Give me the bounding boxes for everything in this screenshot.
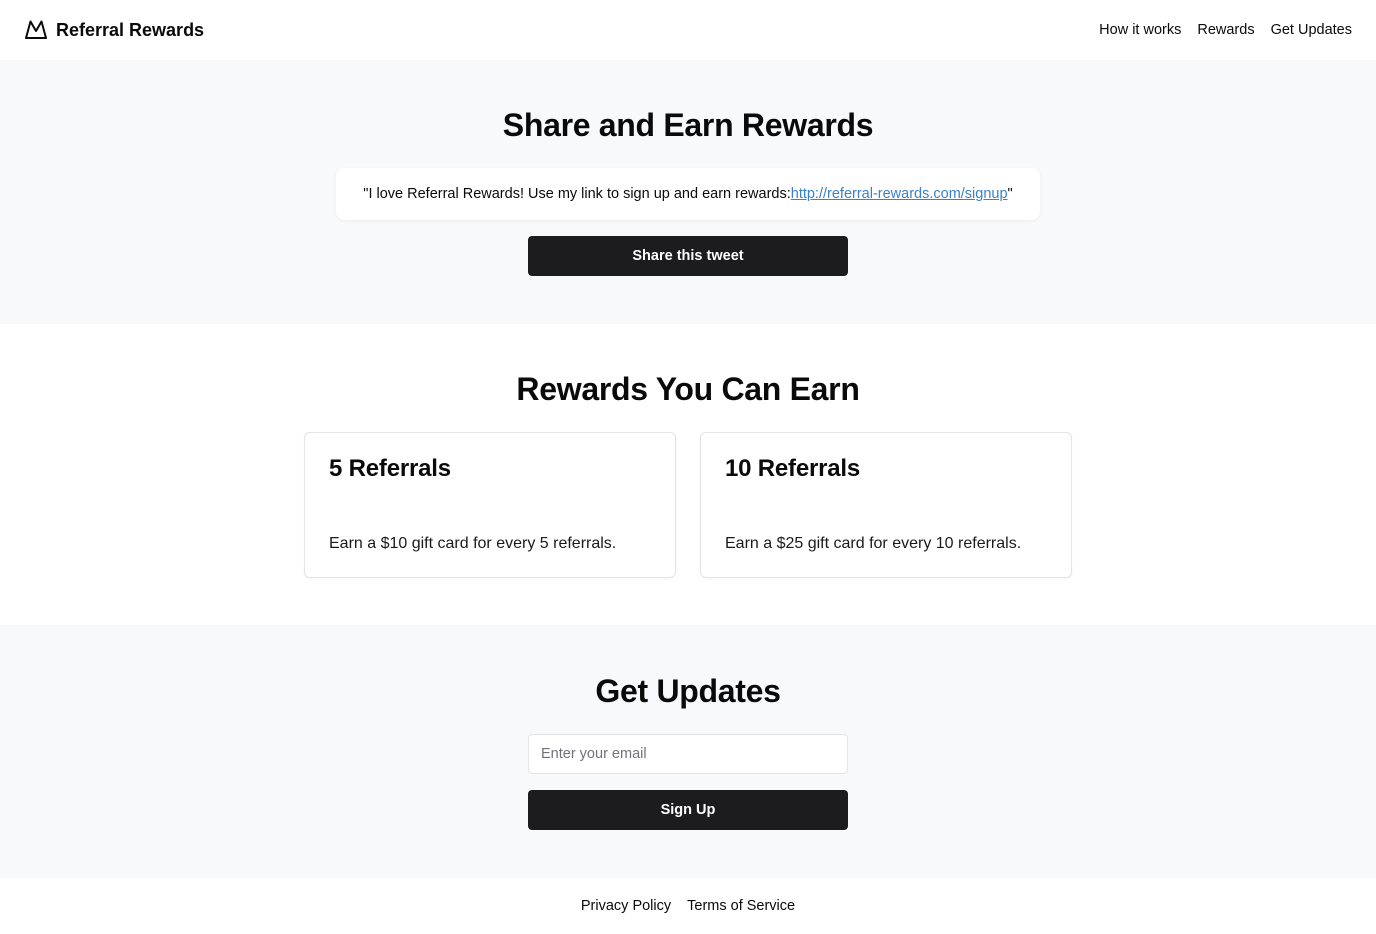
tweet-text-prefix: "I love Referral Rewards! Use my link to… bbox=[363, 186, 791, 202]
privacy-policy-link[interactable]: Privacy Policy bbox=[581, 898, 671, 914]
reward-card-10-referrals: 10 Referrals Earn a $25 gift card for ev… bbox=[700, 432, 1072, 578]
nav-link-how-it-works[interactable]: How it works bbox=[1099, 22, 1181, 38]
main-nav: How it works Rewards Get Updates bbox=[1099, 22, 1352, 38]
mountain-icon bbox=[24, 18, 48, 42]
brand-name: Referral Rewards bbox=[56, 19, 205, 40]
updates-section: Get Updates Sign Up bbox=[0, 625, 1376, 878]
nav-link-get-updates[interactable]: Get Updates bbox=[1271, 22, 1352, 38]
email-input[interactable] bbox=[528, 734, 848, 774]
signup-link[interactable]: http://referral-rewards.com/signup bbox=[791, 186, 1008, 202]
reward-card-title: 10 Referrals bbox=[725, 455, 861, 482]
reward-cards: 5 Referrals Earn a $10 gift card for eve… bbox=[304, 432, 1072, 578]
rewards-title: Rewards You Can Earn bbox=[516, 371, 860, 407]
share-title: Share and Earn Rewards bbox=[502, 107, 874, 143]
reward-card-title: 5 Referrals bbox=[329, 455, 451, 482]
terms-of-service-link[interactable]: Terms of Service bbox=[687, 898, 795, 914]
reward-card-description: Earn a $25 gift card for every 10 referr… bbox=[725, 535, 1022, 552]
site-header: Referral Rewards How it works Rewards Ge… bbox=[0, 0, 1376, 60]
nav-link-rewards[interactable]: Rewards bbox=[1197, 22, 1254, 38]
reward-card-5-referrals: 5 Referrals Earn a $10 gift card for eve… bbox=[304, 432, 676, 578]
tweet-text-suffix: " bbox=[1007, 186, 1013, 202]
sign-up-button[interactable]: Sign Up bbox=[528, 790, 848, 830]
reward-card-description: Earn a $10 gift card for every 5 referra… bbox=[329, 535, 617, 552]
brand-link[interactable]: Referral Rewards bbox=[24, 18, 204, 42]
updates-title: Get Updates bbox=[595, 673, 781, 709]
share-section: Share and Earn Rewards "I love Referral … bbox=[0, 60, 1376, 324]
share-tweet-button[interactable]: Share this tweet bbox=[528, 236, 848, 276]
rewards-section: Rewards You Can Earn 5 Referrals Earn a … bbox=[0, 324, 1376, 625]
site-footer: Privacy Policy Terms of Service bbox=[0, 878, 1376, 934]
tweet-text-box: "I love Referral Rewards! Use my link to… bbox=[336, 168, 1040, 220]
